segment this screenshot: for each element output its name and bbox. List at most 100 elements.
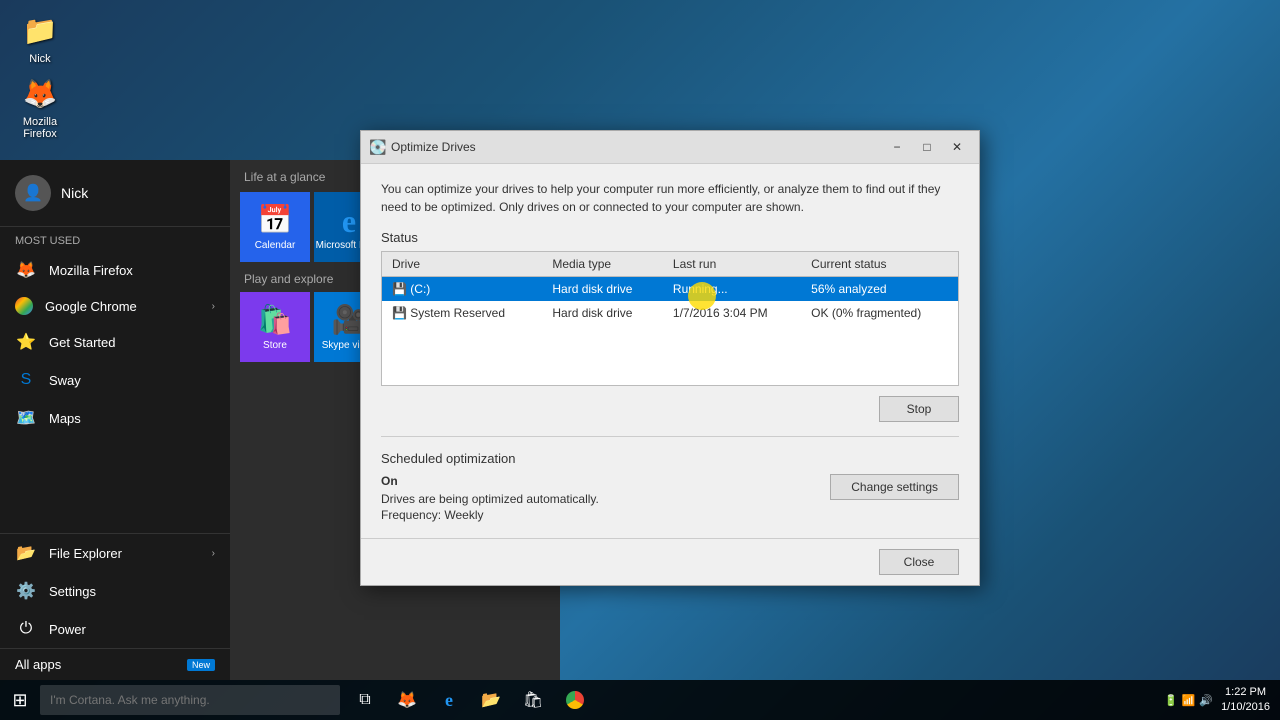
dialog-footer: Close xyxy=(361,538,979,585)
minimize-button[interactable]: − xyxy=(883,137,911,157)
col-current-status: Current status xyxy=(801,252,958,277)
sway-icon: S xyxy=(15,369,37,391)
folder-icon: 📁 xyxy=(20,10,60,50)
table-row[interactable]: 💾 System Reserved Hard disk drive 1/7/20… xyxy=(382,301,959,325)
change-settings-button[interactable]: Change settings xyxy=(830,474,959,500)
start-file-explorer[interactable]: 📂 File Explorer › xyxy=(0,534,230,572)
status-label: Status xyxy=(381,230,959,245)
maximize-button[interactable]: □ xyxy=(913,137,941,157)
all-apps-row[interactable]: All apps New xyxy=(0,648,230,680)
desktop: 📁 Nick 🦊 Mozilla Firefox 👤 Nick Most use… xyxy=(0,0,1280,720)
last-run-value: 1/7/2016 3:04 PM xyxy=(663,301,801,325)
avatar: 👤 xyxy=(15,175,51,211)
get-started-icon: ⭐ xyxy=(15,331,37,353)
dialog-action-row: Stop xyxy=(381,396,959,422)
stop-button[interactable]: Stop xyxy=(879,396,959,422)
start-app-get-started[interactable]: ⭐ Get Started xyxy=(0,323,230,361)
scheduled-desc: Drives are being optimized automatically… xyxy=(381,492,830,506)
arrow-icon: › xyxy=(212,548,215,559)
tile-store[interactable]: 🛍️ Store xyxy=(240,292,310,362)
start-menu-left: 👤 Nick Most used 🦊 Mozilla Firefox Googl… xyxy=(0,160,230,680)
all-apps-label: All apps xyxy=(15,657,175,672)
start-user-name: Nick xyxy=(61,185,88,201)
taskbar-pinned-items: ⧉ 🦊 e 📂 🛍 xyxy=(345,680,595,720)
system-tray: 🔋 📶 🔊 xyxy=(1164,694,1213,707)
chrome-icon xyxy=(15,297,33,315)
app-label: Power xyxy=(49,622,215,637)
media-type-value: Hard disk drive xyxy=(542,301,663,325)
taskbar: ⊞ ⧉ 🦊 e 📂 🛍 🔋 � xyxy=(0,680,1280,720)
most-used-label: Most used xyxy=(0,227,230,251)
close-button[interactable]: Close xyxy=(879,549,959,575)
start-power[interactable]: ⏻ Power xyxy=(0,610,230,648)
drive-icon: 💾 xyxy=(392,282,407,296)
chrome-taskbar-icon xyxy=(566,691,584,709)
dialog-body: You can optimize your drives to help you… xyxy=(361,164,979,538)
tile-calendar[interactable]: 📅 Calendar xyxy=(240,192,310,262)
taskbar-clock[interactable]: 1:22 PM 1/10/2016 xyxy=(1221,685,1270,716)
drive-name: 💾 (C:) xyxy=(382,277,543,302)
tile-label: Store xyxy=(263,340,287,351)
start-app-mozilla-firefox[interactable]: 🦊 Mozilla Firefox xyxy=(0,251,230,289)
media-type-value: Hard disk drive xyxy=(542,277,663,302)
desktop-icon-nick-folder[interactable]: 📁 Nick xyxy=(10,10,70,65)
file-explorer-taskbar-icon: 📂 xyxy=(481,690,501,710)
drives-table: Drive Media type Last run Current status… xyxy=(381,251,959,386)
edge-tile-icon: e xyxy=(342,203,356,240)
app-label: Mozilla Firefox xyxy=(49,263,215,278)
col-last-run: Last run xyxy=(663,252,801,277)
scheduled-freq: Frequency: Weekly xyxy=(381,508,830,522)
maps-icon: 🗺️ xyxy=(15,407,37,429)
volume-icon: 🔊 xyxy=(1199,694,1213,707)
task-view-icon: ⧉ xyxy=(359,691,370,709)
scheduled-info: On Drives are being optimized automatica… xyxy=(381,474,830,522)
power-icon: ⏻ xyxy=(15,618,37,640)
battery-icon: 🔋 xyxy=(1164,694,1178,707)
dialog-titlebar: 💽 Optimize Drives − □ ✕ xyxy=(361,131,979,164)
start-app-sway[interactable]: S Sway xyxy=(0,361,230,399)
taskbar-firefox[interactable]: 🦊 xyxy=(387,680,427,720)
drive-name: 💾 System Reserved xyxy=(382,301,543,325)
edge-taskbar-icon: e xyxy=(445,690,453,711)
last-run-value: Running... xyxy=(663,277,801,302)
app-label: Get Started xyxy=(49,335,215,350)
start-app-google-chrome[interactable]: Google Chrome › xyxy=(0,289,230,323)
taskbar-store[interactable]: 🛍 xyxy=(513,680,553,720)
dialog-title: Optimize Drives xyxy=(391,140,883,154)
start-app-maps[interactable]: 🗺️ Maps xyxy=(0,399,230,437)
desktop-icon-mozilla-firefox[interactable]: 🦊 Mozilla Firefox xyxy=(10,73,70,140)
settings-icon: ⚙️ xyxy=(15,580,37,602)
app-label: Sway xyxy=(49,373,215,388)
taskbar-chrome[interactable] xyxy=(555,680,595,720)
table-row[interactable]: 💾 (C:) Hard disk drive Running... 56% an… xyxy=(382,277,959,302)
optimize-drives-dialog: 💽 Optimize Drives − □ ✕ You can optimize… xyxy=(360,130,980,586)
scheduled-section: Scheduled optimization On Drives are bei… xyxy=(381,436,959,522)
taskbar-right: 🔋 📶 🔊 1:22 PM 1/10/2016 xyxy=(1164,685,1280,716)
tile-label: Calendar xyxy=(255,240,296,251)
store-tile-icon: 🛍️ xyxy=(258,303,293,336)
app-label: Maps xyxy=(49,411,215,426)
firefox-desktop-icon: 🦊 xyxy=(20,73,60,113)
desktop-icon-label: Nick xyxy=(29,53,50,65)
arrow-icon: › xyxy=(212,301,215,312)
start-icon: ⊞ xyxy=(12,690,27,711)
taskbar-file-explorer[interactable]: 📂 xyxy=(471,680,511,720)
desktop-icon-label: Mozilla Firefox xyxy=(10,116,70,140)
file-explorer-icon: 📂 xyxy=(15,542,37,564)
table-header: Drive Media type Last run Current status xyxy=(382,252,959,277)
close-window-button[interactable]: ✕ xyxy=(943,137,971,157)
start-settings[interactable]: ⚙️ Settings xyxy=(0,572,230,610)
scheduled-row: On Drives are being optimized automatica… xyxy=(381,474,959,522)
clock-date: 1/10/2016 xyxy=(1221,700,1270,715)
app-label: File Explorer xyxy=(49,546,200,561)
current-status-value: 56% analyzed xyxy=(801,277,958,302)
taskbar-edge[interactable]: e xyxy=(429,680,469,720)
cortana-search-input[interactable] xyxy=(40,685,340,715)
start-user-section[interactable]: 👤 Nick xyxy=(0,160,230,227)
scheduled-on: On xyxy=(381,474,830,488)
start-button[interactable]: ⊞ xyxy=(0,680,40,720)
drive-icon: 💾 xyxy=(392,306,407,320)
current-status-value: OK (0% fragmented) xyxy=(801,301,958,325)
dialog-controls: − □ ✕ xyxy=(883,137,971,157)
task-view-button[interactable]: ⧉ xyxy=(345,680,385,720)
